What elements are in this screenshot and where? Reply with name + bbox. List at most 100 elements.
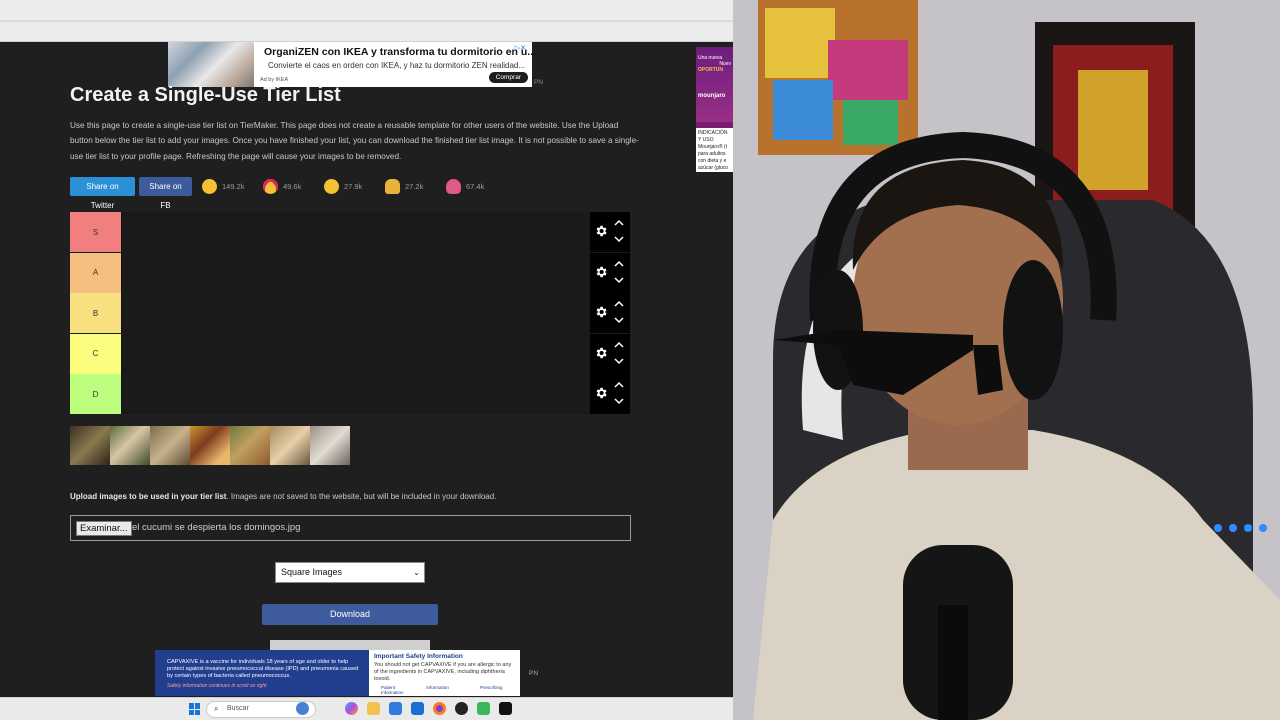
poop-emoji-icon (446, 179, 461, 194)
gear-icon[interactable] (594, 265, 608, 279)
adchoices-icon[interactable]: ▷✕ (515, 44, 526, 52)
tier-drop-zone[interactable] (121, 252, 590, 293)
webcam-image (733, 0, 1280, 720)
tier-label[interactable]: B (70, 293, 121, 333)
uploaded-image[interactable] (110, 426, 150, 465)
tier-row-a: A (70, 252, 630, 293)
upload-instructions: Upload images to be used in your tier li… (70, 492, 496, 501)
top-banner-ad[interactable]: OrganiZEN con IKEA y transforma tu dormi… (168, 42, 536, 87)
tier-drop-zone[interactable] (121, 293, 590, 333)
tier-drop-zone[interactable] (121, 212, 590, 252)
chevron-down-icon: ⌄ (413, 568, 420, 577)
tier-list: S A B C D (70, 212, 630, 414)
ad-title: OrganiZEN con IKEA y transforma tu dormi… (264, 46, 537, 58)
download-button[interactable]: Download (262, 604, 438, 625)
tier-label[interactable]: D (70, 374, 121, 414)
gear-icon[interactable] (594, 305, 608, 319)
chevron-down-icon[interactable] (614, 234, 624, 244)
tier-drop-zone[interactable] (121, 374, 590, 414)
chevron-up-icon[interactable] (614, 299, 624, 309)
side-ad-line3: OPORTUN (698, 67, 723, 73)
reaction-count: 149.2k (222, 182, 245, 191)
chevron-up-icon[interactable] (614, 259, 624, 269)
uploaded-image[interactable] (190, 426, 230, 465)
ad-image (168, 42, 254, 87)
reaction-laughing[interactable]: 27.9k (324, 179, 379, 194)
tier-label[interactable]: A (70, 252, 121, 293)
chevron-down-icon[interactable] (614, 275, 624, 285)
tier-controls (590, 293, 630, 333)
uploaded-image[interactable] (150, 426, 190, 465)
outlook-icon[interactable] (411, 702, 424, 715)
share-facebook-button[interactable]: Share on FB (139, 177, 192, 210)
page-intro: Use this page to create a single-use tie… (70, 121, 639, 161)
tier-row-b: B (70, 293, 630, 333)
side-banner-ad[interactable]: Una nueva Nuev OPORTUN mounjaro INDICACI… (696, 47, 733, 172)
reaction-heart-eyes[interactable]: 49.6k (263, 179, 318, 194)
select-value: Square Images (281, 567, 343, 577)
image-pool (70, 426, 350, 465)
copilot-icon[interactable] (345, 702, 358, 715)
reaction-count: 67.4k (466, 182, 485, 191)
side-ad-text: INDICACIÓN Y USO Mounjaro® (t para adult… (698, 130, 729, 171)
gear-icon[interactable] (594, 224, 608, 238)
ad-placeholder (270, 640, 430, 650)
file-upload-input[interactable]: Examinar... el cucumi se despierta los d… (70, 515, 631, 541)
reaction-smile[interactable]: 149.2k (202, 179, 257, 194)
store-icon[interactable] (389, 702, 402, 715)
tier-drop-zone[interactable] (121, 333, 590, 374)
laughing-emoji-icon (324, 179, 339, 194)
firefox-icon[interactable] (433, 702, 446, 715)
browser-window: OrganiZEN con IKEA y transforma tu dormi… (0, 0, 733, 720)
bottom-ad-links[interactable]: Patient Information Prescribing Informat… (381, 685, 520, 695)
uploaded-image[interactable] (70, 426, 110, 465)
tier-label[interactable]: C (70, 333, 121, 374)
chevron-down-icon[interactable] (614, 315, 624, 325)
bottom-banner-ad[interactable]: CAPVAXIVE is a vaccine for individuals 1… (155, 650, 520, 696)
uploaded-image[interactable] (270, 426, 310, 465)
ad-pn-label: PN (529, 670, 539, 677)
windows-taskbar: ⌕ Buscar (0, 697, 733, 720)
taskbar-search-placeholder: Buscar (227, 705, 249, 712)
side-ad-brand: mounjaro (698, 93, 726, 99)
reaction-count: 49.6k (283, 182, 302, 191)
share-twitter-button[interactable]: Share on Twitter (70, 177, 135, 210)
reaction-poop[interactable]: 67.4k (446, 179, 501, 194)
uploaded-image[interactable] (230, 426, 270, 465)
spotify-icon[interactable] (477, 702, 490, 715)
selected-file-name: el cucumi se despierta los domingos.jpg (132, 522, 301, 533)
share-row: Share on Twitter Share on FB 149.2k 49.6… (70, 177, 501, 210)
tier-label[interactable]: S (70, 212, 121, 252)
browse-button[interactable]: Examinar... (76, 521, 132, 536)
page-title: Create a Single-Use Tier List (70, 84, 341, 106)
upload-instructions-rest: . Images are not saved to the website, b… (226, 492, 497, 501)
tier-controls (590, 374, 630, 414)
image-shape-select[interactable]: Square Images ⌄ (275, 562, 425, 583)
gear-icon[interactable] (594, 386, 608, 400)
webcam-feed (733, 0, 1280, 720)
heart-eyes-emoji-icon (263, 179, 278, 194)
tier-controls (590, 252, 630, 293)
tier-row-s: S (70, 212, 630, 252)
chevron-up-icon[interactable] (614, 380, 624, 390)
gear-icon[interactable] (594, 346, 608, 360)
widgets-icon[interactable] (296, 702, 309, 715)
reaction-count: 27.2k (405, 182, 424, 191)
chevron-up-icon[interactable] (614, 218, 624, 228)
search-icon: ⌕ (214, 704, 219, 713)
upload-instructions-bold: Upload images to be used in your tier li… (70, 492, 227, 501)
chevron-down-icon[interactable] (614, 356, 624, 366)
tier-controls (590, 212, 630, 252)
chevron-up-icon[interactable] (614, 340, 624, 350)
ad-subtitle: Convierte el caos en orden con IKEA, y h… (268, 61, 526, 70)
chevron-down-icon[interactable] (614, 396, 624, 406)
tiktok-icon[interactable] (499, 702, 512, 715)
file-explorer-icon[interactable] (367, 702, 380, 715)
ad-buy-button[interactable]: Comprar (488, 72, 528, 83)
obs-icon[interactable] (455, 702, 468, 715)
windows-start-icon[interactable] (189, 703, 201, 715)
bottom-ad-note: Safety information continues in scroll o… (167, 683, 267, 689)
ad-pn-label: PN (534, 79, 544, 86)
uploaded-image[interactable] (310, 426, 350, 465)
reaction-clap[interactable]: 27.2k (385, 179, 440, 194)
